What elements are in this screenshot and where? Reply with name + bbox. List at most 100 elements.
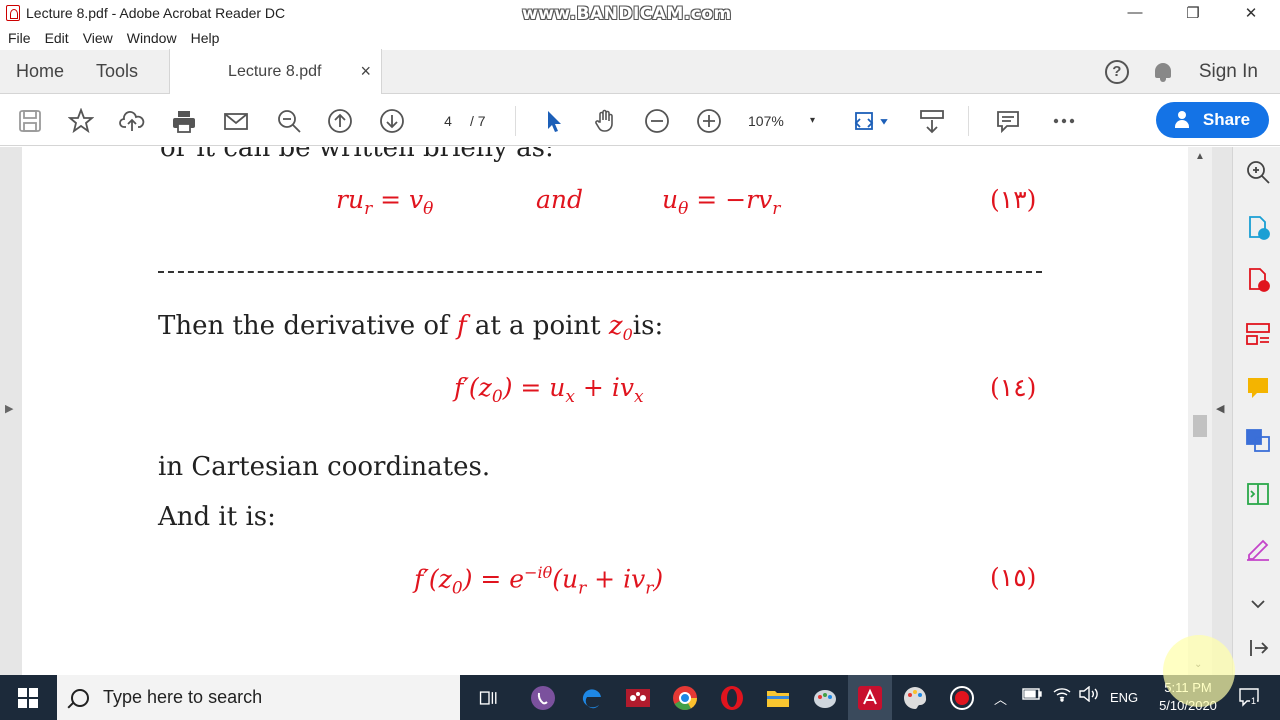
equation-13-right: uθ = −rvr bbox=[662, 185, 781, 219]
upload-cloud-icon[interactable] bbox=[118, 107, 146, 135]
window-controls: — ❐ ✕ bbox=[1106, 4, 1280, 22]
notification-center-icon[interactable]: 1 bbox=[1238, 687, 1260, 710]
help-icon[interactable]: ? bbox=[1104, 59, 1129, 84]
previous-page-icon[interactable] bbox=[326, 107, 354, 135]
email-icon[interactable] bbox=[222, 107, 250, 135]
taskbar-search-box[interactable]: Type here to search bbox=[57, 675, 460, 720]
create-pdf-icon[interactable] bbox=[1245, 267, 1271, 293]
opera-icon[interactable] bbox=[717, 683, 747, 713]
page-count: / 7 bbox=[470, 113, 486, 129]
equation-15-number: (١٥) bbox=[990, 563, 1037, 592]
more-options-icon[interactable] bbox=[1050, 107, 1078, 135]
windows-start-icon[interactable] bbox=[18, 688, 38, 708]
battery-icon[interactable] bbox=[1022, 688, 1042, 703]
hand-tool-icon[interactable] bbox=[591, 107, 619, 135]
share-button[interactable]: Share bbox=[1156, 102, 1269, 138]
close-button[interactable]: ✕ bbox=[1222, 4, 1280, 22]
right-panel-toggle-icon[interactable]: ◀ bbox=[1216, 402, 1224, 415]
next-page-icon[interactable] bbox=[378, 107, 406, 135]
edit-pdf-icon[interactable] bbox=[1245, 427, 1271, 453]
export-pdf-icon[interactable] bbox=[1245, 215, 1271, 241]
wifi-icon[interactable] bbox=[1052, 686, 1072, 705]
scroll-thumb[interactable] bbox=[1193, 415, 1207, 437]
menu-edit[interactable]: Edit bbox=[45, 30, 69, 46]
fill-sign-icon[interactable] bbox=[1245, 535, 1271, 561]
comment-tool-icon[interactable] bbox=[1245, 375, 1271, 401]
edge-icon[interactable] bbox=[577, 683, 607, 713]
menu-view[interactable]: View bbox=[83, 30, 113, 46]
equation-13-and: and bbox=[536, 185, 584, 214]
search-icon bbox=[71, 688, 89, 707]
notification-count: 1 bbox=[1250, 696, 1258, 706]
print-icon[interactable] bbox=[170, 107, 198, 135]
toolbar-divider bbox=[515, 106, 516, 136]
equation-14: f′(z0) = ux + ivx bbox=[454, 373, 644, 407]
pdf-page: or it can be written briefly as: rur = v… bbox=[22, 147, 1188, 675]
enhance-scan-icon[interactable] bbox=[1245, 159, 1271, 185]
menu-window[interactable]: Window bbox=[127, 30, 177, 46]
right-tools-panel bbox=[1232, 147, 1280, 675]
maximize-button[interactable]: ❐ bbox=[1164, 4, 1222, 22]
equation-15: f′(z0) = e−iθ(ur + ivr) bbox=[414, 563, 664, 599]
collapse-panel-icon[interactable] bbox=[1245, 635, 1271, 661]
viber-icon[interactable] bbox=[528, 683, 558, 713]
toolbar: 4 / 7 107% ▾ Share bbox=[0, 94, 1280, 146]
language-indicator[interactable]: ENG bbox=[1110, 690, 1138, 705]
zoom-dropdown-caret-icon[interactable]: ▾ bbox=[810, 110, 815, 132]
text-derivative-line: Then the derivative of f at a point z0is… bbox=[158, 311, 664, 345]
text-and-it-is: And it is: bbox=[158, 502, 276, 532]
share-label: Share bbox=[1202, 110, 1251, 129]
search-placeholder: Type here to search bbox=[103, 687, 263, 707]
partial-text-line: or it can be written briefly as: bbox=[160, 147, 554, 163]
sign-in-button[interactable]: Sign In bbox=[1199, 61, 1258, 83]
left-panel-toggle-icon[interactable]: ▶ bbox=[5, 402, 13, 415]
paint-icon[interactable] bbox=[810, 683, 840, 713]
select-cursor-icon[interactable] bbox=[540, 107, 568, 135]
separator-line bbox=[158, 271, 1042, 273]
menu-file[interactable]: File bbox=[8, 30, 31, 46]
bell-icon[interactable] bbox=[1153, 61, 1173, 83]
fit-page-icon[interactable] bbox=[852, 107, 892, 135]
save-icon[interactable] bbox=[16, 107, 44, 135]
more-tools-chevron-icon[interactable] bbox=[1245, 591, 1271, 617]
bookmark-star-icon[interactable] bbox=[67, 107, 95, 135]
compress-pdf-icon[interactable] bbox=[1245, 481, 1271, 507]
show-hidden-icons-icon[interactable]: ︿ bbox=[994, 689, 1007, 708]
organize-pages-icon[interactable] bbox=[1245, 321, 1271, 347]
zoom-level-select[interactable]: 107% bbox=[748, 110, 784, 132]
tab-tools[interactable]: Tools bbox=[80, 50, 154, 94]
tab-close-icon[interactable]: × bbox=[361, 61, 372, 82]
tab-document[interactable]: Lecture 8.pdf × bbox=[169, 49, 383, 94]
page-number-input[interactable]: 4 bbox=[430, 110, 466, 132]
zoom-out-icon[interactable] bbox=[643, 107, 671, 135]
equation-13-number: (١٣) bbox=[990, 185, 1037, 214]
volume-icon[interactable] bbox=[1078, 685, 1100, 705]
file-explorer-icon[interactable] bbox=[763, 683, 793, 713]
scroll-mode-icon[interactable] bbox=[918, 107, 946, 135]
tab-document-label: Lecture 8.pdf bbox=[228, 62, 322, 80]
minimize-button[interactable]: — bbox=[1106, 4, 1164, 22]
comment-icon[interactable] bbox=[994, 107, 1022, 135]
menu-help[interactable]: Help bbox=[191, 30, 220, 46]
acrobat-taskbar-icon[interactable] bbox=[848, 675, 892, 720]
tab-home[interactable]: Home bbox=[0, 50, 80, 94]
text-cartesian-line: in Cartesian coordinates. bbox=[158, 452, 491, 482]
zoom-search-icon[interactable] bbox=[275, 107, 303, 135]
zoom-in-icon[interactable] bbox=[695, 107, 723, 135]
menu-bar: File Edit View Window Help bbox=[0, 26, 1280, 50]
equation-13-left: rur = vθ bbox=[336, 185, 434, 219]
paint-palette-icon[interactable] bbox=[900, 683, 930, 713]
cursor-highlight bbox=[1163, 635, 1235, 707]
vertical-scrollbar[interactable]: ▲ ⌄ bbox=[1188, 147, 1212, 675]
task-view-icon[interactable] bbox=[474, 683, 504, 713]
windows-taskbar: Type here to search ︿ ENG 5:11 P bbox=[0, 675, 1280, 720]
toolbar-divider bbox=[968, 106, 969, 136]
equation-14-number: (١٤) bbox=[990, 373, 1037, 402]
add-user-icon bbox=[1174, 111, 1195, 129]
scroll-up-icon[interactable]: ▲ bbox=[1195, 151, 1205, 162]
chrome-icon[interactable] bbox=[670, 683, 700, 713]
tab-bar: Home Tools Lecture 8.pdf × ? Sign In bbox=[0, 49, 1280, 94]
bandicam-record-icon[interactable] bbox=[947, 683, 977, 713]
acrobat-icon bbox=[6, 5, 20, 21]
mendeley-icon[interactable] bbox=[623, 683, 653, 713]
